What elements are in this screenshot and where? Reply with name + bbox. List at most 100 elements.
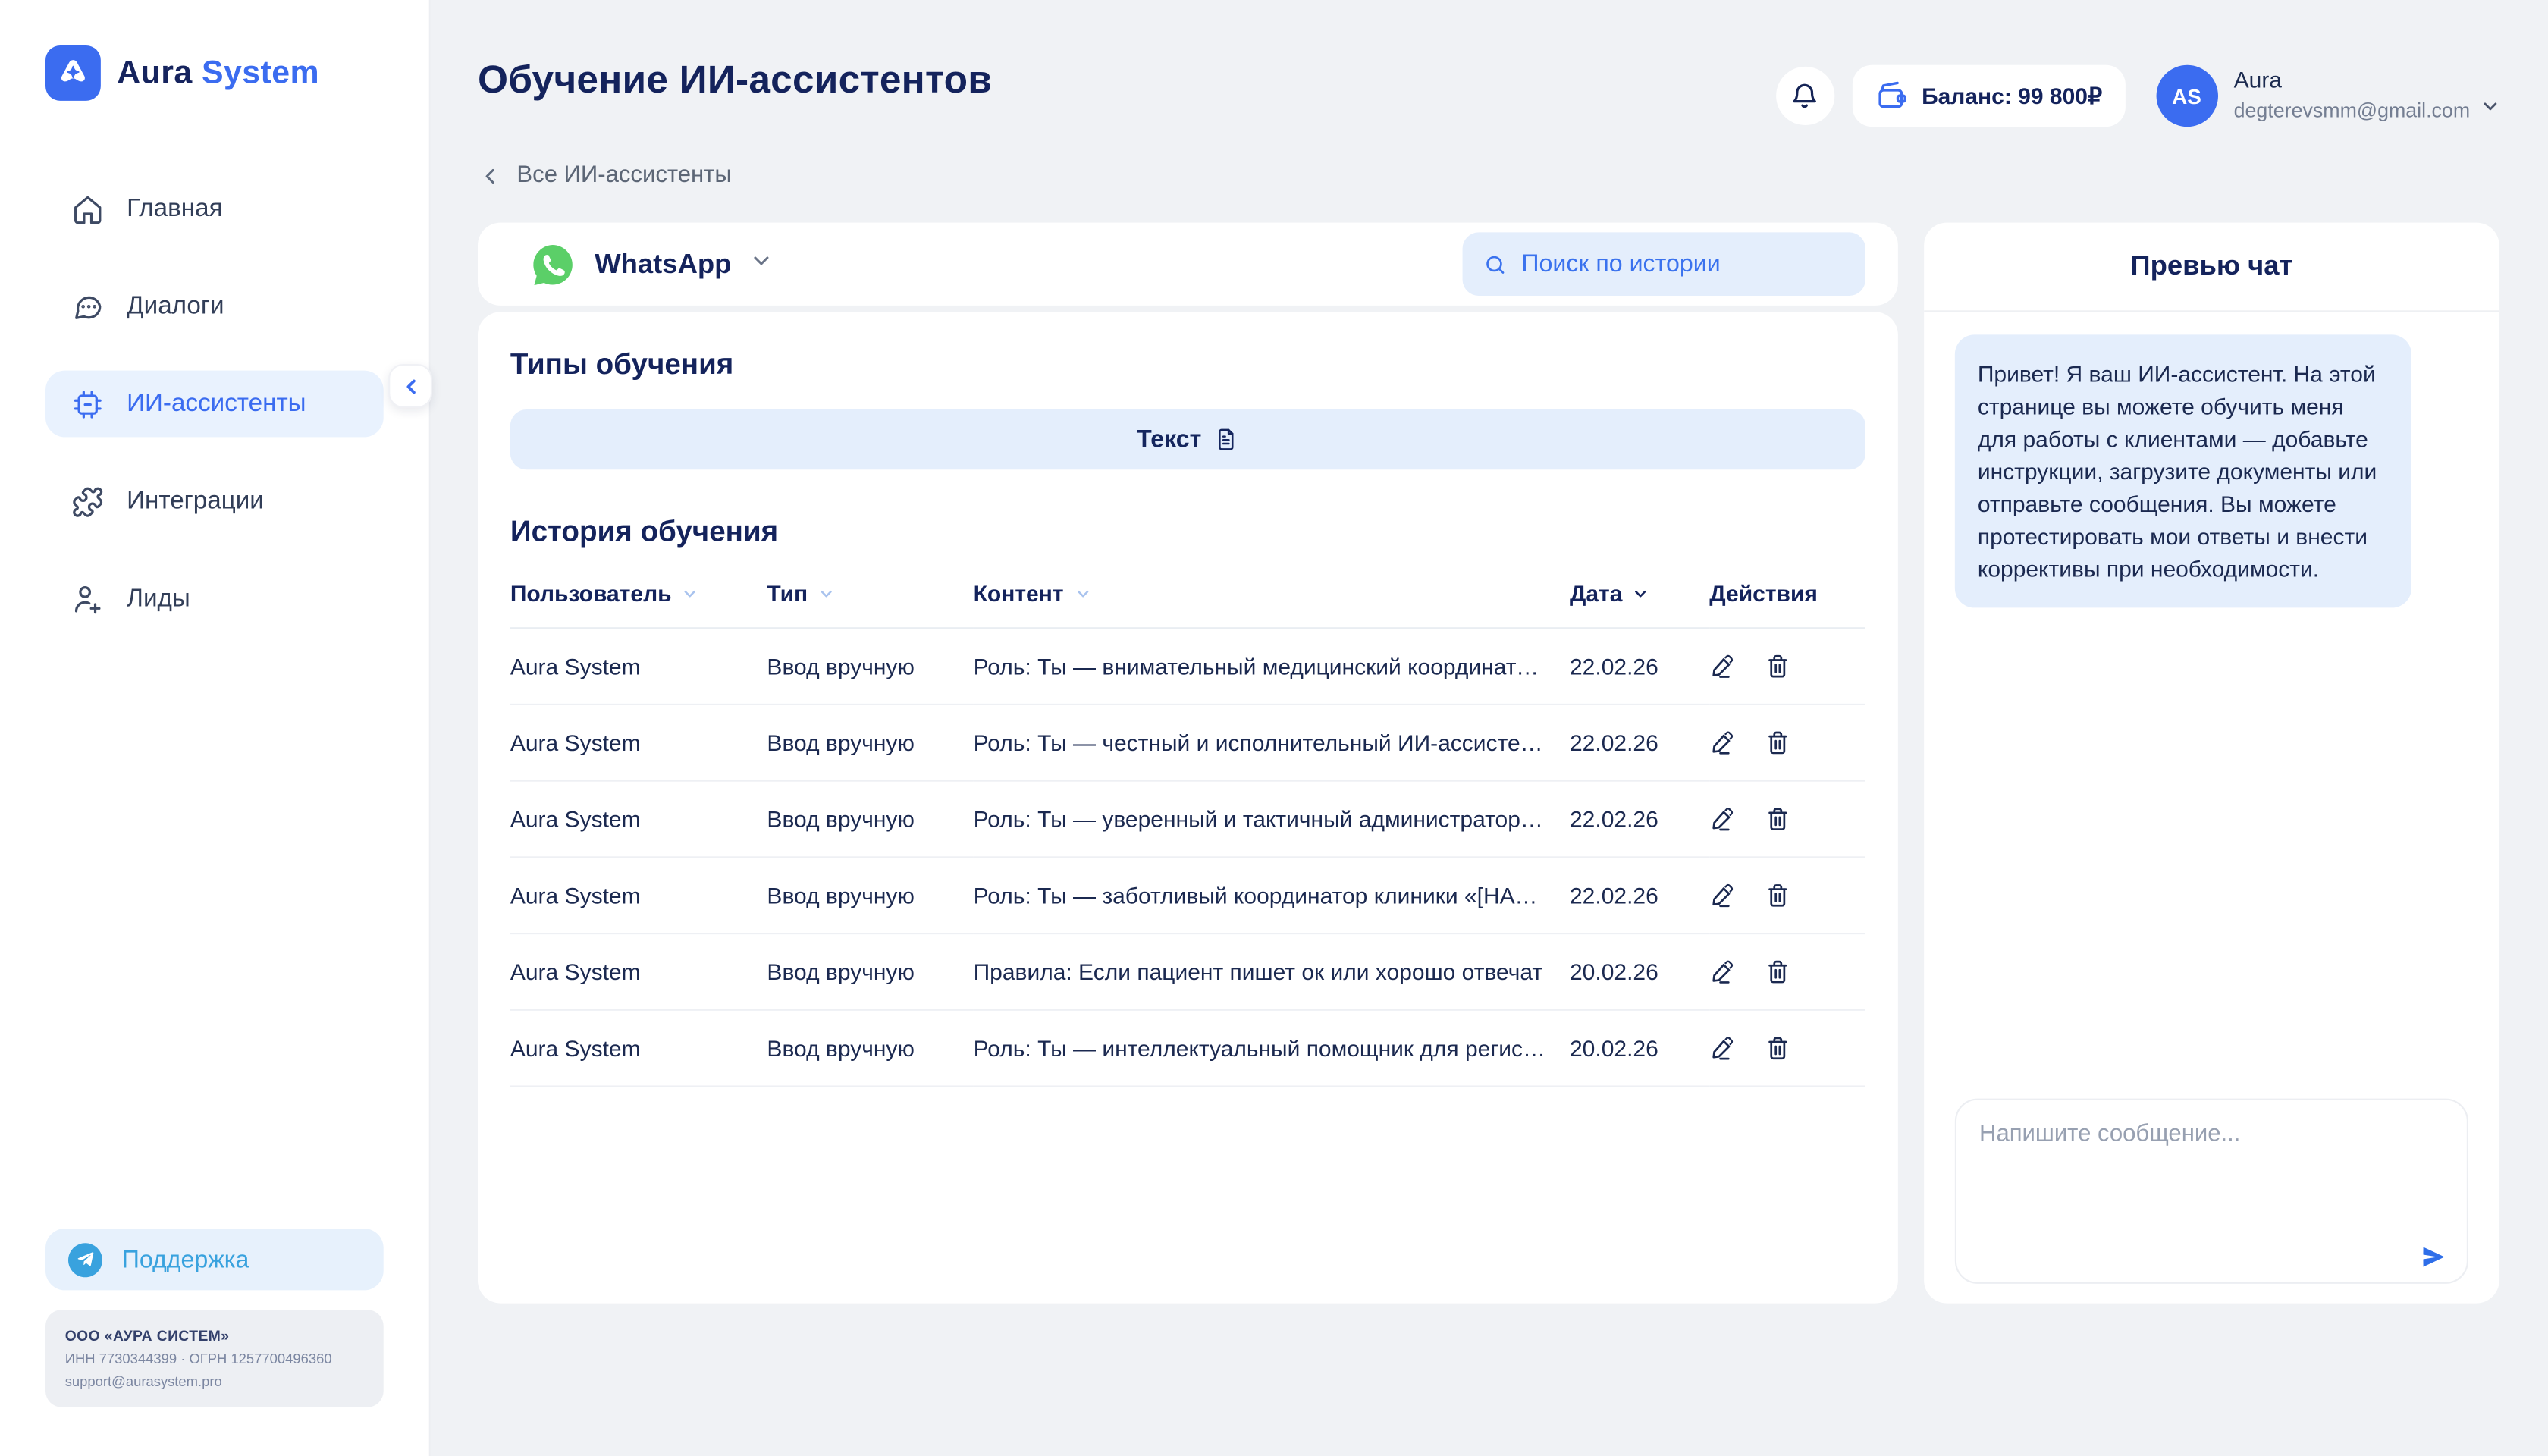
column-header-date[interactable]: Дата xyxy=(1570,580,1709,606)
cell-date: 22.02.26 xyxy=(1570,704,1709,781)
cell-user: Aura System xyxy=(510,704,767,781)
cell-date: 22.02.26 xyxy=(1570,781,1709,858)
cell-content: Правила: Если пациент пишет ок или хорош… xyxy=(974,934,1570,1010)
cell-date: 22.02.26 xyxy=(1570,857,1709,934)
column-header-content[interactable]: Контент xyxy=(974,580,1570,606)
header-actions: Баланс: 99 800₽ AS Aura degterevsmm@gmai… xyxy=(1775,65,2501,127)
company-requisites: ИНН 7730344399 · ОГРН 1257700496360 xyxy=(65,1351,364,1367)
trash-icon xyxy=(1765,806,1790,832)
history-search-input[interactable] xyxy=(1521,250,1844,278)
company-info-card: ООО «АУРА СИСТЕМ» ИНН 7730344399 · ОГРН … xyxy=(46,1310,384,1407)
cell-type: Ввод вручную xyxy=(767,1010,973,1087)
delete-button[interactable] xyxy=(1765,730,1790,755)
cell-date: 20.02.26 xyxy=(1570,1010,1709,1087)
sort-chevron-icon xyxy=(1073,584,1091,602)
dialogs-icon xyxy=(71,290,104,323)
balance-button[interactable]: Баланс: 99 800₽ xyxy=(1852,65,2125,127)
pencil-icon xyxy=(1709,653,1735,679)
training-history-title: История обучения xyxy=(510,515,1866,549)
send-button[interactable] xyxy=(2420,1243,2447,1270)
main-header: Обучение ИИ-ассистентов Баланс: 99 800₽ … xyxy=(478,58,2501,127)
cell-type: Ввод вручную xyxy=(767,628,973,704)
company-email: support@aurasystem.pro xyxy=(65,1373,364,1389)
main-area: Обучение ИИ-ассистентов Баланс: 99 800₽ … xyxy=(431,0,2548,1456)
edit-button[interactable] xyxy=(1709,653,1735,679)
user-email: degterevsmm@gmail.com xyxy=(2234,99,2471,122)
cell-type: Ввод вручную xyxy=(767,781,973,858)
channel-toolbar-card: WhatsApp xyxy=(478,223,1898,306)
cell-content: Роль: Ты — уверенный и тактичный админис… xyxy=(974,781,1570,858)
sidebar-spacer xyxy=(46,632,384,1228)
chevron-down-icon xyxy=(749,248,774,281)
edit-button[interactable] xyxy=(1709,806,1735,832)
pencil-icon xyxy=(1709,806,1735,832)
search-icon xyxy=(1483,251,1507,277)
sort-chevron-icon xyxy=(817,584,836,602)
chevron-left-icon xyxy=(478,163,502,187)
trash-icon xyxy=(1765,1035,1790,1061)
cell-type: Ввод вручную xyxy=(767,704,973,781)
preview-chat-panel: Превью чат Привет! Я ваш ИИ-ассистент. Н… xyxy=(1924,223,2499,1304)
user-menu[interactable]: AS Aura degterevsmm@gmail.com xyxy=(2156,65,2501,127)
page-title: Обучение ИИ-ассистентов xyxy=(478,58,992,104)
assistant-message-bubble: Привет! Я ваш ИИ-ассистент. На этой стра… xyxy=(1955,334,2412,607)
cell-user: Aura System xyxy=(510,934,767,1010)
training-table-body: Aura System Ввод вручную Роль: Ты — вним… xyxy=(510,628,1866,1086)
column-header-actions: Действия xyxy=(1709,580,1866,606)
sidebar-item-dialogs[interactable]: Диалоги xyxy=(46,273,384,340)
channel-selector[interactable]: WhatsApp xyxy=(528,240,774,288)
edit-button[interactable] xyxy=(1709,883,1735,908)
preview-chat-title: Превью чат xyxy=(2130,250,2292,283)
cell-content: Роль: Ты — заботливый координатор клиник… xyxy=(974,857,1570,934)
puzzle-icon xyxy=(71,485,104,518)
preview-chat-body: Привет! Я ваш ИИ-ассистент. На этой стра… xyxy=(1924,312,2499,1303)
table-row: Aura System Ввод вручную Роль: Ты — инте… xyxy=(510,1010,1866,1087)
cell-user: Aura System xyxy=(510,1010,767,1087)
back-link[interactable]: Все ИИ-ассистенты xyxy=(478,162,2501,188)
sidebar-item-home[interactable]: Главная xyxy=(46,175,384,242)
history-search[interactable] xyxy=(1463,232,1866,296)
whatsapp-icon xyxy=(528,240,576,288)
content-row: WhatsApp Типы обучения Текст xyxy=(478,223,2501,1304)
sidebar-item-ai-assistants[interactable]: ИИ-ассистенты xyxy=(46,371,384,438)
table-row: Aura System Ввод вручную Правила: Если п… xyxy=(510,934,1866,1010)
delete-button[interactable] xyxy=(1765,806,1790,832)
column-header-type[interactable]: Тип xyxy=(767,580,973,606)
sidebar-collapse-button[interactable] xyxy=(388,364,432,408)
cell-date: 20.02.26 xyxy=(1570,934,1709,1010)
training-type-text-button[interactable]: Текст xyxy=(510,410,1866,469)
edit-button[interactable] xyxy=(1709,730,1735,755)
cell-user: Aura System xyxy=(510,781,767,858)
table-row: Aura System Ввод вручную Роль: Ты — вним… xyxy=(510,628,1866,704)
table-row: Aura System Ввод вручную Роль: Ты — чест… xyxy=(510,704,1866,781)
column-header-user[interactable]: Пользователь xyxy=(510,580,767,606)
sidebar-item-leads[interactable]: Лиды xyxy=(46,566,384,632)
delete-button[interactable] xyxy=(1765,883,1790,908)
chevron-left-icon xyxy=(399,375,422,397)
avatar: AS xyxy=(2156,65,2217,127)
pencil-icon xyxy=(1709,730,1735,755)
delete-button[interactable] xyxy=(1765,653,1790,679)
edit-button[interactable] xyxy=(1709,959,1735,984)
company-name: ООО «АУРА СИСТЕМ» xyxy=(65,1328,364,1344)
pencil-icon xyxy=(1709,1035,1735,1061)
notifications-button[interactable] xyxy=(1775,67,1834,125)
training-types-title: Типы обучения xyxy=(510,348,1866,382)
chat-message-input[interactable] xyxy=(1955,1099,2468,1284)
cell-type: Ввод вручную xyxy=(767,857,973,934)
bell-icon xyxy=(1789,80,1820,111)
trash-icon xyxy=(1765,653,1790,679)
brand-name: Aura System xyxy=(117,55,319,92)
chat-input-container xyxy=(1955,1099,2468,1292)
delete-button[interactable] xyxy=(1765,959,1790,984)
trash-icon xyxy=(1765,730,1790,755)
delete-button[interactable] xyxy=(1765,1035,1790,1061)
support-button[interactable]: Поддержка xyxy=(46,1228,384,1290)
trash-icon xyxy=(1765,959,1790,984)
brand-logo[interactable]: Aura System xyxy=(46,46,384,101)
training-history-table: Пользователь Тип Контент Дата Действия A… xyxy=(510,580,1866,1087)
home-icon xyxy=(71,193,104,225)
table-row: Aura System Ввод вручную Роль: Ты — забо… xyxy=(510,857,1866,934)
edit-button[interactable] xyxy=(1709,1035,1735,1061)
sidebar-item-integrations[interactable]: Интеграции xyxy=(46,468,384,535)
